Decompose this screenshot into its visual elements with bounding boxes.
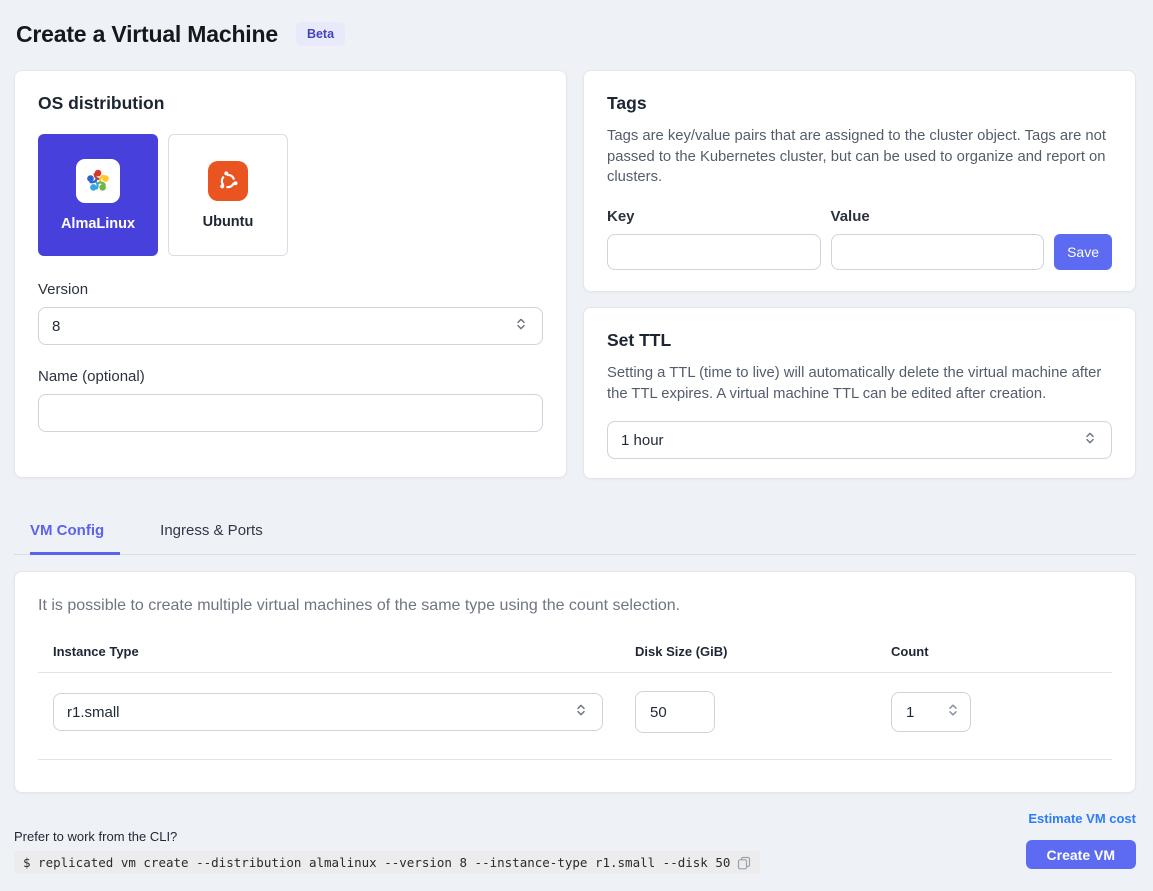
vm-table-row: r1.small 1 — [38, 673, 1112, 760]
instance-type-value: r1.small — [67, 704, 120, 721]
os-distribution-card: OS distribution — [14, 70, 567, 478]
os-tile-label-almalinux: AlmaLinux — [61, 216, 135, 232]
page-title: Create a Virtual Machine — [16, 21, 278, 48]
ttl-title: Set TTL — [607, 330, 1112, 351]
column-header-count: Count — [876, 644, 1112, 659]
column-header-instance-type: Instance Type — [38, 644, 620, 659]
os-tile-label-ubuntu: Ubuntu — [203, 214, 254, 230]
vm-config-card: It is possible to create multiple virtua… — [14, 571, 1136, 793]
copy-icon[interactable] — [737, 856, 751, 870]
tags-title: Tags — [607, 93, 1112, 114]
tab-vm-config[interactable]: VM Config — [30, 511, 120, 555]
count-stepper[interactable]: 1 — [891, 692, 971, 732]
os-tile-ubuntu[interactable]: Ubuntu — [168, 134, 288, 256]
stepper-arrows-icon[interactable] — [946, 702, 960, 722]
disk-size-input[interactable] — [635, 691, 715, 733]
create-vm-button[interactable]: Create VM — [1026, 840, 1136, 869]
right-column: Tags Tags are key/value pairs that are a… — [583, 70, 1136, 479]
instance-type-select[interactable]: r1.small — [53, 693, 603, 731]
footer-actions: Estimate VM cost Create VM — [1026, 811, 1136, 869]
ttl-description: Setting a TTL (time to live) will automa… — [607, 363, 1112, 404]
beta-badge: Beta — [296, 22, 345, 46]
key-input[interactable] — [607, 234, 821, 270]
estimate-vm-cost-link[interactable]: Estimate VM cost — [1028, 811, 1136, 826]
name-label: Name (optional) — [38, 368, 543, 385]
tags-card: Tags Tags are key/value pairs that are a… — [583, 70, 1136, 292]
os-tiles: AlmaLinux Ubuntu — [38, 134, 543, 256]
value-input[interactable] — [831, 234, 1045, 270]
ttl-select-value: 1 hour — [621, 432, 664, 449]
cli-prompt: Prefer to work from the CLI? — [14, 829, 760, 844]
version-select-value: 8 — [52, 318, 60, 335]
os-card-title: OS distribution — [38, 93, 543, 114]
tags-description: Tags are key/value pairs that are assign… — [607, 126, 1112, 188]
page-header: Create a Virtual Machine Beta — [16, 16, 1136, 52]
almalinux-icon — [76, 159, 120, 203]
name-input[interactable] — [38, 394, 543, 432]
ubuntu-icon — [208, 161, 248, 201]
cli-command: $ replicated vm create --distribution al… — [23, 855, 730, 870]
cli-section: Prefer to work from the CLI? $ replicate… — [14, 829, 760, 874]
footer: Prefer to work from the CLI? $ replicate… — [14, 811, 1136, 874]
chevron-up-down-icon — [513, 316, 529, 336]
tags-form: Key Value Save — [607, 208, 1112, 270]
chevron-up-down-icon — [1082, 430, 1098, 450]
vm-table-header: Instance Type Disk Size (GiB) Count — [38, 644, 1112, 673]
save-button[interactable]: Save — [1054, 234, 1112, 270]
vm-config-description: It is possible to create multiple virtua… — [38, 597, 1112, 615]
count-value: 1 — [906, 704, 914, 721]
tab-bar: VM Config Ingress & Ports — [14, 511, 1136, 555]
column-header-disk-size: Disk Size (GiB) — [620, 644, 876, 659]
tab-ingress-ports[interactable]: Ingress & Ports — [160, 511, 272, 554]
top-grid: OS distribution — [14, 70, 1136, 479]
cli-command-box: $ replicated vm create --distribution al… — [14, 851, 760, 874]
version-select[interactable]: 8 — [38, 307, 543, 345]
version-label: Version — [38, 281, 543, 298]
key-label: Key — [607, 208, 821, 225]
set-ttl-card: Set TTL Setting a TTL (time to live) wil… — [583, 307, 1136, 479]
ttl-select[interactable]: 1 hour — [607, 421, 1112, 459]
value-label: Value — [831, 208, 1045, 225]
os-tile-almalinux[interactable]: AlmaLinux — [38, 134, 158, 256]
chevron-up-down-icon — [573, 702, 589, 722]
